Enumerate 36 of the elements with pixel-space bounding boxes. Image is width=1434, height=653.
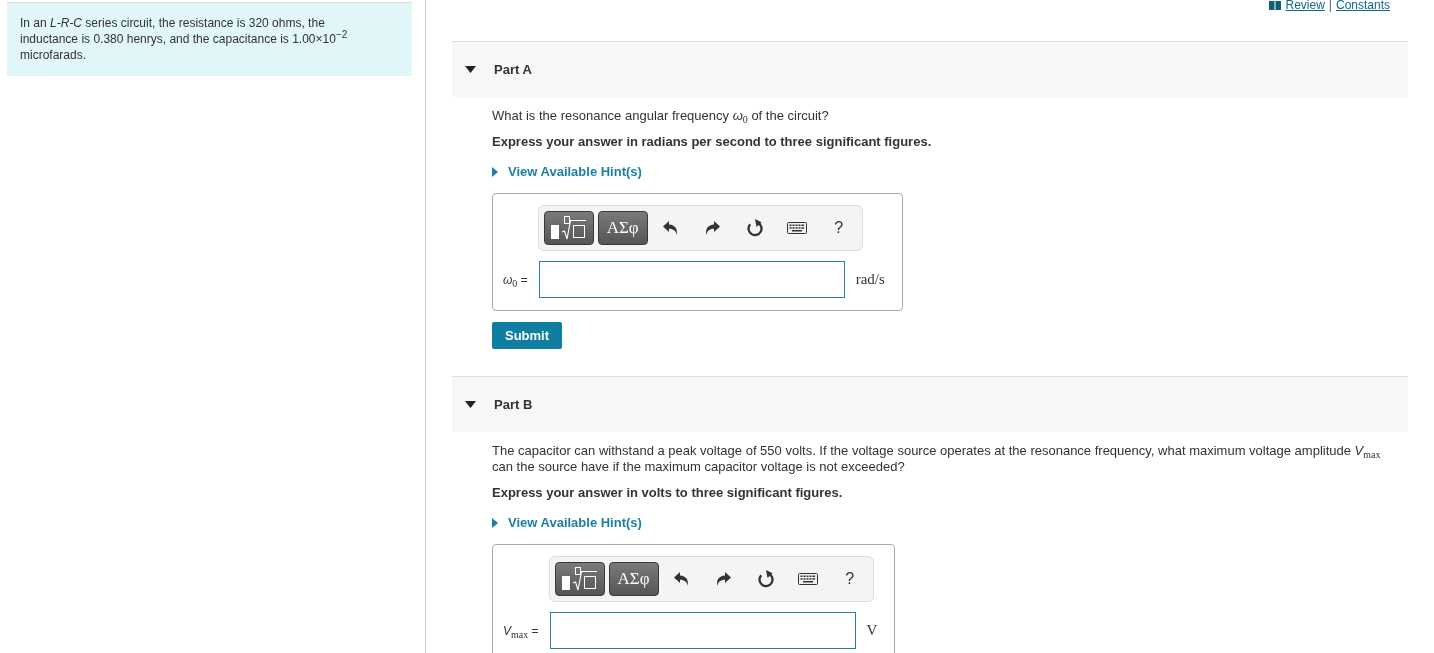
- help-button[interactable]: ?: [830, 562, 869, 596]
- unit-label: V: [866, 622, 878, 639]
- answer-field[interactable]: [538, 261, 845, 298]
- link-separator: |: [1328, 0, 1332, 11]
- template-button[interactable]: [543, 211, 594, 245]
- review-link[interactable]: Review: [1269, 0, 1325, 11]
- radical-template-icon: [561, 567, 598, 591]
- answer-label: V$_{max}$ =: [503, 623, 539, 638]
- problem-text: In an L-R-C series circuit, the resistance is 320 ohms, the inductance is 0.380 henrys, and the capacitance is 1.00×10$^{−2}$ microfarads.: [20, 15, 349, 63]
- part-header[interactable]: Part B: [452, 376, 1408, 432]
- question-text: What is the resonance angular frequency ω$_{0}$ of the circuit?: [492, 108, 830, 124]
- symbols-button[interactable]: ΑΣφ: [608, 562, 659, 596]
- reset-icon: [746, 219, 764, 237]
- redo-icon: [705, 221, 721, 235]
- instruction-text: Express your answer in volts to three significant figures.: [492, 485, 844, 501]
- part-header[interactable]: Part A: [452, 41, 1408, 97]
- constants-link[interactable]: Constants: [1335, 0, 1390, 11]
- template-button[interactable]: [554, 562, 605, 596]
- reset-icon: [757, 570, 775, 588]
- keyboard-icon: [786, 222, 807, 234]
- answer-label: ω$_{0}$ =: [503, 272, 528, 287]
- unit-label: rad/s: [855, 271, 885, 288]
- undo-icon: [674, 572, 690, 586]
- undo-icon: [663, 221, 679, 235]
- question-text: The capacitor can withstand a peak voltage of 550 volts. If the voltage source operates at the resonance frequency, what maximum voltage amplitude V$_{max}$ can the source have if the maximum capacitor voltage is not exceeded?: [492, 443, 1382, 475]
- book-icon: [1269, 1, 1282, 10]
- symbols-button[interactable]: ΑΣφ: [597, 211, 648, 245]
- submit-button[interactable]: Submit: [492, 322, 562, 349]
- keyboard-icon: [797, 573, 818, 585]
- hint-link[interactable]: View Available Hint(s): [492, 515, 642, 531]
- hint-link[interactable]: View Available Hint(s): [492, 164, 642, 180]
- answer-field[interactable]: [549, 612, 856, 649]
- help-button[interactable]: ?: [819, 211, 858, 245]
- redo-icon: [716, 572, 732, 586]
- radical-template-icon: [550, 216, 587, 240]
- instruction-text: Express your answer in radians per second to three significant figures.: [492, 134, 933, 150]
